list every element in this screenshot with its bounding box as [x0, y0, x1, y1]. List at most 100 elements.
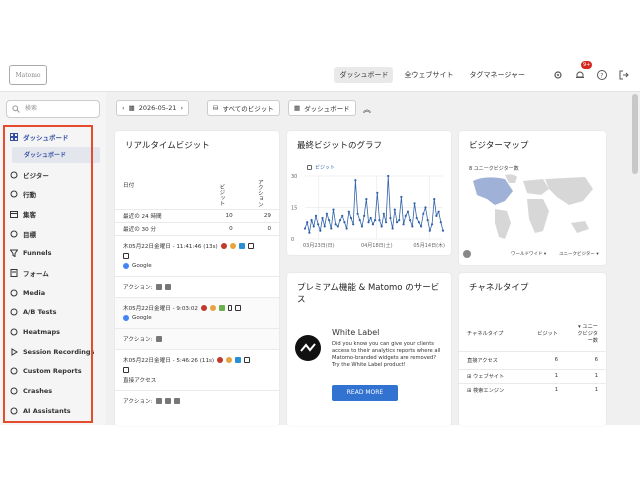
- globe-icon[interactable]: [463, 250, 471, 258]
- data-point[interactable]: [312, 225, 315, 228]
- data-point[interactable]: [402, 223, 405, 226]
- visit-entry[interactable]: 木05月22日金曜日 - 5:46:26 (11s) 直接アクセス: [115, 348, 279, 390]
- sidebar-subitem-dashboard[interactable]: ダッシュボード: [12, 146, 100, 163]
- data-point[interactable]: [330, 227, 333, 230]
- data-point[interactable]: [308, 231, 311, 234]
- data-point[interactable]: [317, 223, 320, 226]
- metric-select[interactable]: ユニークビジター ▾: [559, 251, 599, 257]
- data-point[interactable]: [338, 219, 342, 222]
- data-point[interactable]: [389, 216, 392, 220]
- table-row[interactable]: 直接アクセス 6 6: [459, 351, 606, 369]
- data-point[interactable]: [419, 225, 423, 228]
- col-unique-visitors[interactable]: ▾ ユニークビジター数: [566, 317, 606, 351]
- data-point[interactable]: [426, 219, 429, 222]
- data-point[interactable]: [430, 223, 434, 226]
- data-point[interactable]: [411, 225, 414, 228]
- data-point[interactable]: [393, 208, 396, 211]
- sidebar-item-0[interactable]: ダッシュボード: [4, 127, 100, 147]
- world-map[interactable]: [465, 171, 601, 251]
- data-point[interactable]: [365, 198, 368, 201]
- data-point[interactable]: [395, 221, 399, 224]
- date-picker[interactable]: ‹ ▦ 2026-05-21 ›: [116, 100, 190, 116]
- data-point[interactable]: [325, 212, 329, 215]
- data-point[interactable]: [417, 221, 421, 224]
- sidebar-item-ai-assistants[interactable]: AI Assistants: [4, 401, 100, 421]
- sidebar-item-crashes[interactable]: Crashes: [4, 381, 100, 401]
- data-point[interactable]: [382, 212, 385, 215]
- data-point[interactable]: [347, 210, 350, 213]
- data-point[interactable]: [327, 219, 331, 222]
- data-point[interactable]: [363, 214, 366, 217]
- data-point[interactable]: [332, 208, 335, 211]
- data-point[interactable]: [343, 221, 346, 224]
- data-point[interactable]: [303, 227, 307, 230]
- visit-entry[interactable]: 木05月22日金曜日 - 9:03:02 Google: [115, 296, 279, 328]
- data-point[interactable]: [319, 229, 322, 232]
- region-select[interactable]: ワールドワイド ▾: [511, 251, 546, 257]
- data-point[interactable]: [428, 229, 431, 232]
- nav-all-websites[interactable]: 全ウェブサイト: [399, 67, 458, 83]
- data-point[interactable]: [367, 221, 370, 224]
- data-point[interactable]: [387, 174, 390, 178]
- sidebar-item-1[interactable]: ビジター: [4, 165, 100, 185]
- prev-period-icon[interactable]: ‹: [122, 104, 125, 112]
- data-point[interactable]: [422, 212, 425, 215]
- bell-icon[interactable]: 9+: [574, 61, 593, 78]
- data-point[interactable]: [321, 216, 324, 220]
- data-point[interactable]: [400, 195, 403, 199]
- data-point[interactable]: [435, 214, 438, 217]
- logout-icon[interactable]: [618, 66, 630, 80]
- visit-entry[interactable]: 木05月22日金曜日 - 11:41:46 (13s) Google: [115, 234, 279, 276]
- nav-dashboard[interactable]: ダッシュボード: [334, 67, 394, 83]
- data-point[interactable]: [314, 214, 318, 217]
- data-point[interactable]: [433, 198, 436, 201]
- data-point[interactable]: [373, 219, 377, 222]
- data-point[interactable]: [376, 191, 379, 194]
- data-point[interactable]: [384, 221, 388, 224]
- sidebar-item-6[interactable]: フォーム: [4, 263, 100, 283]
- sidebar-item-2[interactable]: 行動: [4, 184, 100, 204]
- data-point[interactable]: [323, 225, 326, 228]
- data-point[interactable]: [378, 219, 381, 222]
- data-point[interactable]: [341, 214, 344, 217]
- data-point[interactable]: [334, 223, 337, 226]
- next-period-icon[interactable]: ›: [181, 104, 184, 112]
- data-point[interactable]: [406, 210, 410, 213]
- sidebar-item-3[interactable]: 集客: [4, 204, 100, 224]
- dashboard-selector[interactable]: ▦ ダッシュボード: [288, 100, 356, 116]
- data-point[interactable]: [369, 216, 372, 220]
- scrollbar-thumb[interactable]: [632, 94, 638, 174]
- sidebar-item-a-b-tests[interactable]: A/B Tests: [4, 303, 100, 323]
- table-row[interactable]: ⊞ ウェブサイト 1 1: [459, 369, 606, 383]
- visits-line-chart[interactable]: 30 15 0 03月23日(日) 04月18日(土) 05月14日(木): [287, 131, 451, 255]
- read-more-button[interactable]: READ MORE: [332, 385, 398, 401]
- data-point[interactable]: [345, 227, 348, 230]
- expand-icon[interactable]: ⊞: [467, 374, 471, 380]
- data-point[interactable]: [437, 210, 440, 213]
- data-point[interactable]: [441, 229, 445, 232]
- sidebar-item-custom-reports[interactable]: Custom Reports: [4, 362, 100, 382]
- data-point[interactable]: [439, 221, 442, 224]
- collapse-icon[interactable]: ︽: [363, 104, 371, 115]
- data-point[interactable]: [352, 223, 355, 226]
- data-point[interactable]: [391, 227, 394, 230]
- segment-selector[interactable]: ⛁ すべてのビジット: [207, 100, 280, 116]
- data-point[interactable]: [310, 219, 313, 222]
- data-point[interactable]: [358, 219, 361, 222]
- gear-icon[interactable]: [552, 66, 564, 79]
- nav-tag-manager[interactable]: タグマネージャー: [464, 67, 530, 83]
- data-point[interactable]: [380, 225, 383, 228]
- data-point[interactable]: [413, 202, 416, 205]
- data-point[interactable]: [371, 223, 375, 226]
- sidebar-item-heatmaps[interactable]: Heatmaps: [4, 322, 100, 342]
- matomo-logo[interactable]: Matomo: [9, 65, 47, 85]
- data-point[interactable]: [415, 216, 418, 220]
- table-row[interactable]: ⊞ 検索エンジン 1 1: [459, 383, 606, 397]
- data-point[interactable]: [356, 212, 359, 215]
- data-point[interactable]: [398, 219, 401, 222]
- data-point[interactable]: [409, 219, 412, 222]
- help-icon[interactable]: ?: [596, 66, 608, 80]
- expand-icon[interactable]: ⊞: [467, 388, 471, 394]
- data-point[interactable]: [349, 216, 353, 220]
- data-point[interactable]: [306, 221, 309, 224]
